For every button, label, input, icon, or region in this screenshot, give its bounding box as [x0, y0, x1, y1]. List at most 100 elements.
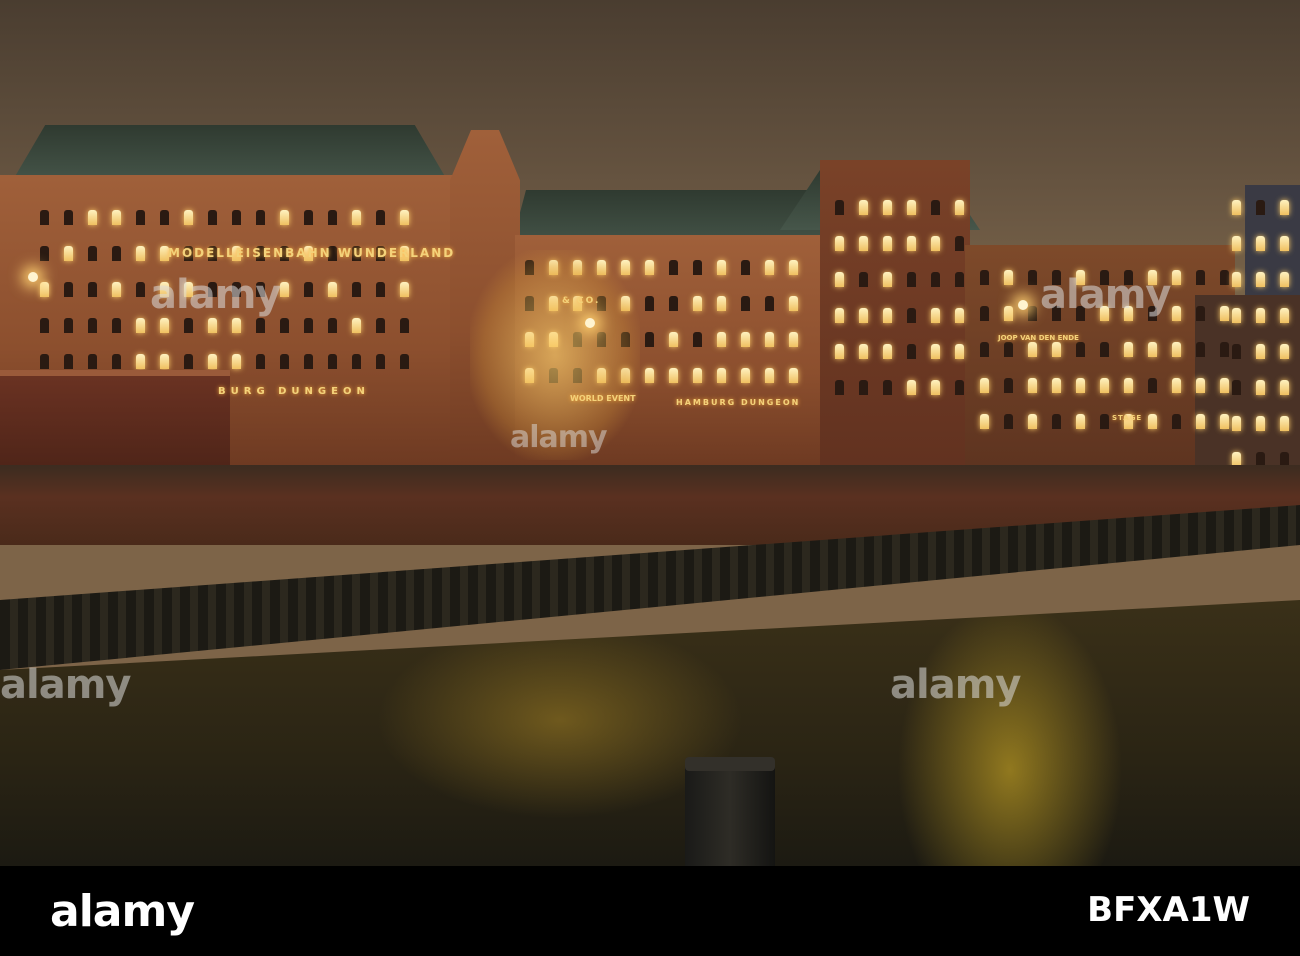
window	[717, 332, 726, 347]
window	[232, 210, 241, 225]
window	[88, 210, 97, 225]
window	[669, 368, 678, 383]
window	[1256, 308, 1265, 323]
window	[669, 296, 678, 311]
window	[280, 210, 289, 225]
footer-bar: alamy BFXA1W	[0, 866, 1300, 956]
window	[1124, 342, 1133, 357]
window	[280, 282, 289, 297]
window	[883, 200, 892, 215]
window	[955, 308, 964, 323]
window	[328, 318, 337, 333]
window	[1100, 342, 1109, 357]
window	[1280, 308, 1289, 323]
window	[1004, 342, 1013, 357]
window	[64, 318, 73, 333]
window	[765, 296, 774, 311]
window	[112, 210, 121, 225]
photo-frame: MODELLEISENBAHN WUNDERLAND BURG DUNGEON …	[0, 0, 1300, 956]
window	[1172, 270, 1181, 285]
window	[1148, 414, 1157, 429]
window	[1196, 414, 1205, 429]
window	[907, 200, 916, 215]
window	[328, 354, 337, 369]
window	[40, 354, 49, 369]
window	[1196, 342, 1205, 357]
window	[931, 308, 940, 323]
window	[645, 260, 654, 275]
window	[859, 308, 868, 323]
window	[64, 210, 73, 225]
window	[280, 318, 289, 333]
window	[883, 308, 892, 323]
watermark: alamy	[0, 662, 131, 708]
window	[1232, 272, 1241, 287]
window	[1256, 380, 1265, 395]
window	[112, 354, 121, 369]
window	[717, 368, 726, 383]
window	[1100, 378, 1109, 393]
window	[693, 368, 702, 383]
window	[1076, 414, 1085, 429]
window	[1196, 270, 1205, 285]
window	[789, 368, 798, 383]
window	[1220, 342, 1229, 357]
window	[1280, 416, 1289, 431]
sign-stage: STAGE	[1112, 414, 1143, 422]
street-lamp	[1018, 300, 1028, 310]
window	[232, 354, 241, 369]
window	[376, 210, 385, 225]
window	[1028, 306, 1037, 321]
window	[256, 210, 265, 225]
window	[136, 210, 145, 225]
window	[765, 260, 774, 275]
window	[1220, 414, 1229, 429]
alamy-logo: alamy	[50, 886, 195, 937]
window	[955, 236, 964, 251]
watermark: alamy	[1040, 272, 1171, 318]
window	[669, 260, 678, 275]
window	[232, 318, 241, 333]
window	[1220, 306, 1229, 321]
window	[693, 296, 702, 311]
window	[1052, 378, 1061, 393]
window	[980, 270, 989, 285]
window	[40, 318, 49, 333]
window	[1076, 378, 1085, 393]
window	[835, 272, 844, 287]
window	[717, 260, 726, 275]
window	[980, 378, 989, 393]
window	[40, 246, 49, 261]
image-id: BFXA1W	[1087, 890, 1250, 930]
window	[1028, 270, 1037, 285]
window	[835, 344, 844, 359]
window	[741, 260, 750, 275]
window	[208, 210, 217, 225]
window	[907, 236, 916, 251]
window	[352, 210, 361, 225]
watermark: alamy	[510, 420, 608, 455]
window	[1172, 306, 1181, 321]
window	[1220, 378, 1229, 393]
street-lamp	[28, 272, 38, 282]
window	[352, 354, 361, 369]
window	[741, 332, 750, 347]
window	[88, 318, 97, 333]
window	[693, 332, 702, 347]
street-lamp	[585, 318, 595, 328]
window	[1028, 414, 1037, 429]
window	[931, 200, 940, 215]
window	[160, 354, 169, 369]
window	[64, 354, 73, 369]
low-building	[0, 370, 230, 471]
window	[883, 272, 892, 287]
window	[1232, 416, 1241, 431]
window	[1028, 378, 1037, 393]
window	[1232, 344, 1241, 359]
window	[160, 210, 169, 225]
window	[980, 306, 989, 321]
sign-wunderland: MODELLEISENBAHN WUNDERLAND	[168, 246, 456, 260]
watermark: alamy	[890, 662, 1021, 708]
window	[645, 296, 654, 311]
window	[208, 318, 217, 333]
